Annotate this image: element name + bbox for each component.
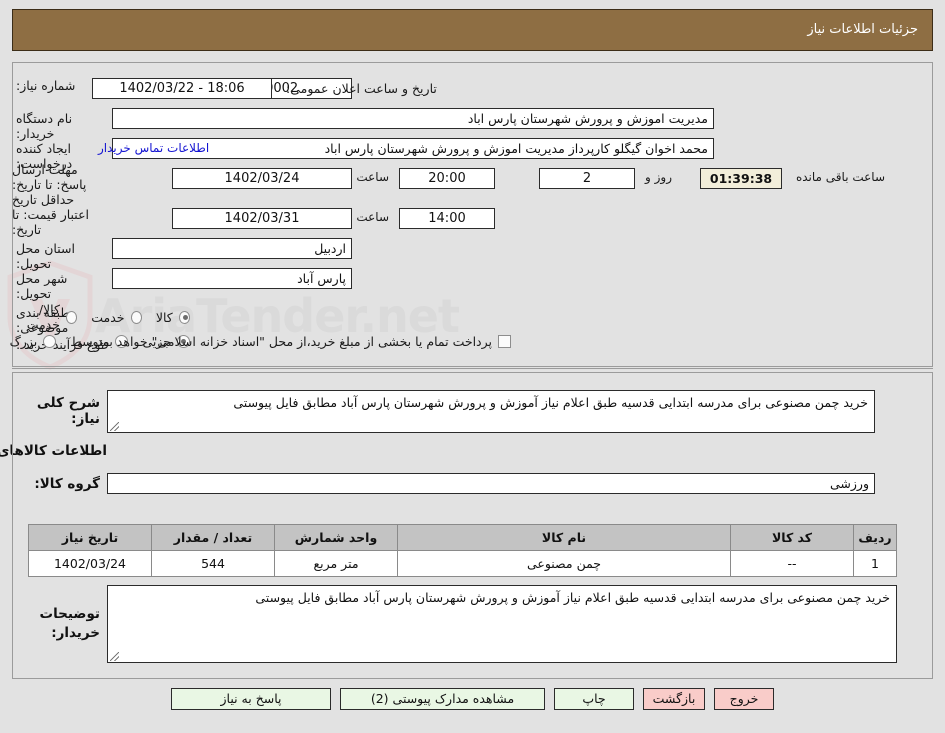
treasury-note-checkbox[interactable]: [498, 335, 511, 348]
classification-option-2-label: کالا/خدمت: [26, 302, 60, 332]
classification-radio-0[interactable]: [178, 310, 190, 324]
back-button[interactable]: بازگشت: [643, 688, 705, 710]
response-deadline-time-field[interactable]: 20:00: [399, 168, 495, 189]
classification-option-0-label: کالا: [155, 309, 173, 325]
price-validity-date-field[interactable]: 1402/03/31: [172, 208, 352, 229]
remaining-days-field[interactable]: 2: [539, 168, 635, 189]
classification-radio-2[interactable]: [65, 310, 78, 324]
buyer-org-field[interactable]: مدیریت اموزش و پرورش شهرستان پارس اباد: [112, 108, 714, 129]
announce-datetime-field[interactable]: 1402/03/22 - 18:06: [92, 78, 272, 99]
response-deadline-time-label: ساعت: [356, 170, 389, 184]
print-button[interactable]: چاپ: [554, 688, 634, 710]
exit-button[interactable]: خروج: [714, 688, 774, 710]
action-button-bar: خروج بازگشت چاپ مشاهده مدارک پیوستی (2) …: [0, 688, 945, 710]
treasury-note-label: پرداخت تمام یا بخشی از مبلغ خرید،از محل …: [93, 334, 492, 349]
respond-to-need-button[interactable]: پاسخ به نیاز: [171, 688, 331, 710]
countdown-timer: 01:39:38: [700, 168, 782, 189]
process-type-radio-2[interactable]: [43, 335, 57, 348]
remaining-days-label: روز و: [645, 170, 672, 184]
price-validity-time-label: ساعت: [356, 210, 389, 224]
city-label: شهر محل تحویل:: [16, 271, 68, 301]
city-field[interactable]: پارس آباد: [112, 268, 352, 289]
process-type-option-2-label: بزرگ: [9, 334, 38, 349]
buyer-contact-link[interactable]: اطلاعات تماس خریدار: [98, 141, 209, 155]
price-validity-label: حداقل تاریخ اعتبار قیمت: تا تاریخ:: [12, 192, 90, 237]
response-deadline-date-field[interactable]: 1402/03/24: [172, 168, 352, 189]
price-validity-time-field[interactable]: 14:00: [399, 208, 495, 229]
response-deadline-label: مهلت ارسال پاسخ: تا تاریخ:: [12, 162, 87, 192]
announce-datetime-label: تاریخ و ساعت اعلان عمومی:: [286, 81, 437, 96]
classification-radio-1[interactable]: [130, 310, 142, 324]
remaining-time-label: ساعت باقی مانده: [795, 170, 885, 184]
province-label: استان محل تحویل:: [16, 241, 75, 271]
view-attachments-button[interactable]: مشاهده مدارک پیوستی (2): [340, 688, 545, 710]
province-field[interactable]: اردبیل: [112, 238, 352, 259]
classification-option-1-label: خدمت: [91, 309, 125, 325]
buyer-org-label: نام دستگاه خریدار:: [16, 111, 73, 141]
